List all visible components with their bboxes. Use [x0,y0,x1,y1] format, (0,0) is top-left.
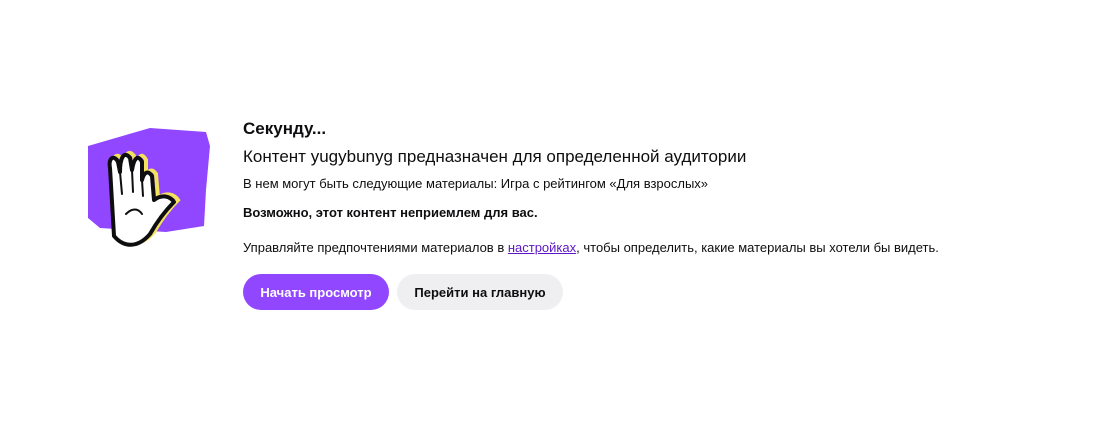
content-gate: Секунду... Контент yugybunyg предназначе… [0,0,1108,423]
subtitle-prefix: Контент [243,147,311,166]
content-classification: В нем могут быть следующие материалы: Иг… [243,176,709,191]
prefs-prefix: Управляйте предпочтениями материалов в [243,240,508,255]
prefs-suffix: , чтобы определить, какие материалы вы х… [576,240,939,255]
start-watching-button[interactable]: Начать просмотр [243,274,389,310]
settings-link[interactable]: настройках [508,240,576,255]
content-warning: Возможно, этот контент неприемлем для ва… [243,205,538,220]
raised-hand-stop-icon [80,122,216,252]
preferences-text: Управляйте предпочтениями материалов в н… [243,239,1083,257]
go-home-button[interactable]: Перейти на главную [397,274,563,310]
gate-title: Секунду... [243,119,327,138]
gate-subtitle: Контент yugybunyg предназначен для опред… [243,146,1083,168]
gate-actions: Начать просмотр Перейти на главную [243,274,1083,310]
channel-name: yugybunyg [310,147,393,166]
gate-content: Секунду... Контент yugybunyg предназначе… [243,118,1083,310]
subtitle-suffix: предназначен для определенной аудитории [392,147,747,166]
